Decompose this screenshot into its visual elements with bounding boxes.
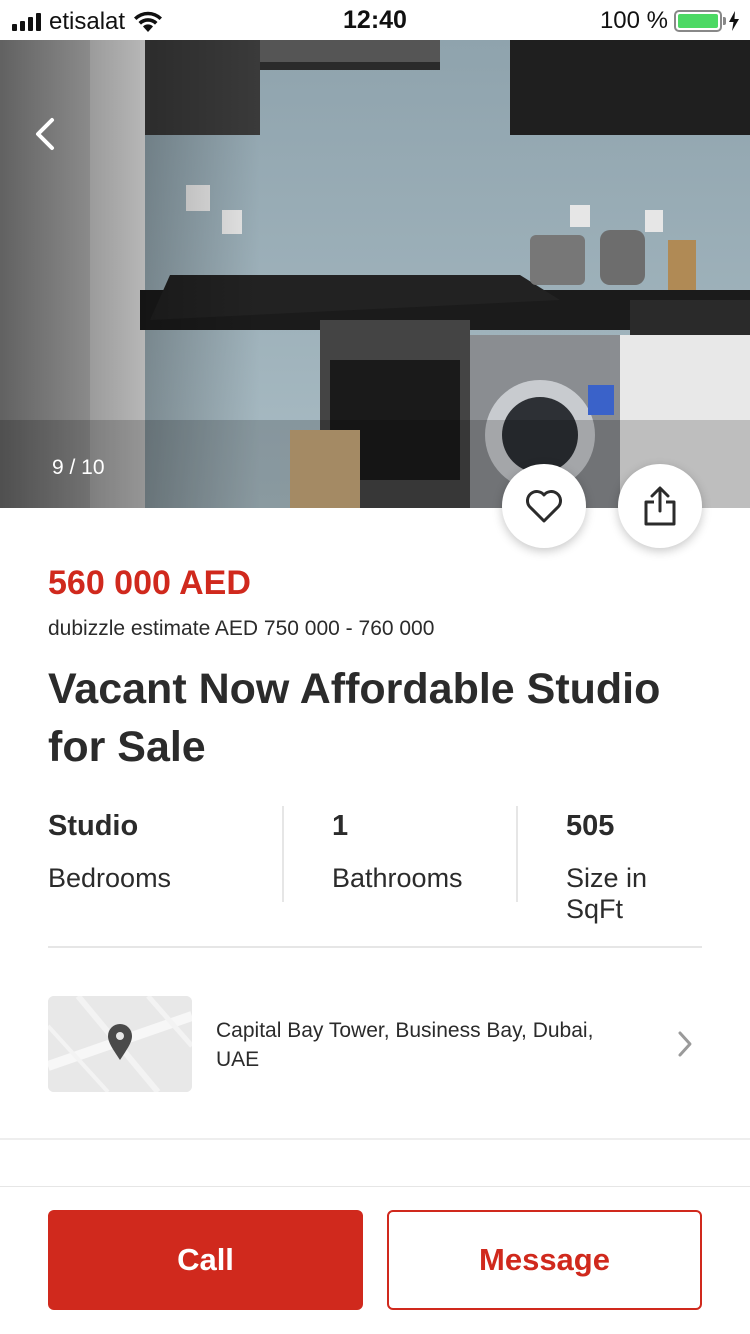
section-divider (48, 946, 702, 948)
spec-value: Studio (48, 810, 139, 842)
status-right: 100 % (600, 7, 740, 35)
location-row[interactable]: Capital Bay Tower, Business Bay, Dubai, … (48, 996, 702, 1092)
section-divider (0, 1138, 750, 1140)
spec-label: Bathrooms (332, 863, 463, 893)
footer-divider (0, 1186, 750, 1187)
price-estimate: dubizzle estimate AED 750 000 - 760 000 (48, 617, 435, 640)
location-address: Capital Bay Tower, Business Bay, Dubai, … (216, 1019, 594, 1071)
listing-title: Vacant Now Affordable Studio for Sale (48, 665, 661, 771)
status-bar: etisalat 12:40 100 % (0, 0, 750, 40)
share-icon (644, 486, 676, 526)
chevron-right-icon (678, 1031, 692, 1057)
listing-photo[interactable] (0, 40, 750, 508)
call-button[interactable]: Call (48, 1210, 363, 1310)
favorite-button[interactable] (502, 464, 586, 548)
listing-price: 560 000 AED (48, 564, 251, 602)
battery-icon (674, 10, 726, 32)
back-button[interactable] (28, 112, 64, 156)
battery-percentage: 100 % (599, 7, 668, 34)
spec-label: Bedrooms (48, 863, 172, 893)
spec-label: Size in SqFt (566, 863, 648, 924)
charging-icon (729, 11, 739, 31)
spec-value: 1 (332, 810, 349, 842)
map-illustration (48, 996, 192, 1092)
spec-value: 505 (566, 810, 615, 842)
property-specs: Studio Bedrooms 1 Bathrooms 505 Size in … (48, 806, 702, 924)
heart-icon (526, 490, 562, 523)
spec-size: 505 Size in SqFt (516, 806, 702, 924)
spec-bedrooms: Studio Bedrooms (48, 806, 282, 902)
photo-counter: 9 / 10 (52, 456, 105, 479)
spec-bathrooms: 1 Bathrooms (282, 806, 516, 902)
map-thumbnail[interactable] (48, 996, 192, 1092)
message-button[interactable]: Message (387, 1210, 702, 1310)
share-button[interactable] (618, 464, 702, 548)
kitchen-photo-illustration (0, 40, 750, 508)
